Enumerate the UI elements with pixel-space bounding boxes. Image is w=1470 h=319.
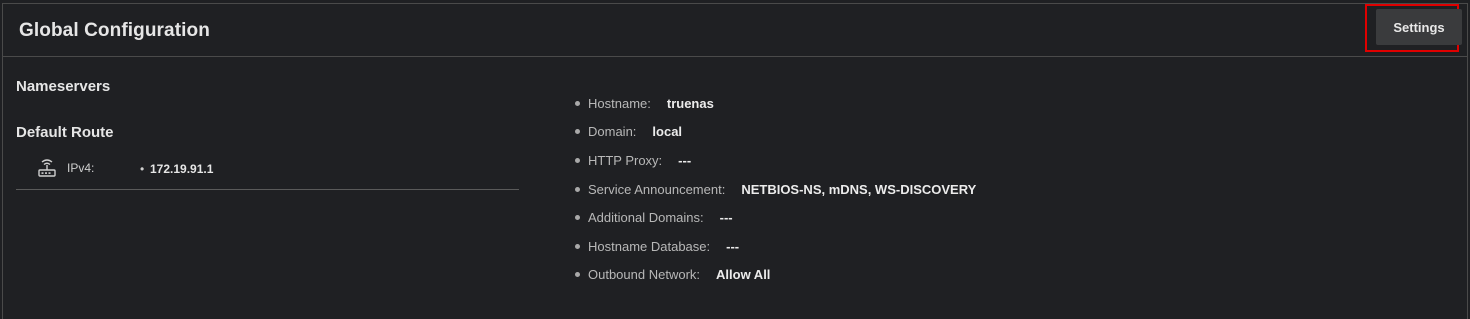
list-item-service-announcement: Service Announcement: NETBIOS-NS, mDNS, … bbox=[575, 175, 976, 204]
list-item-hostname-database: Hostname Database: --- bbox=[575, 232, 976, 261]
list-item-hostname: Hostname: truenas bbox=[575, 89, 976, 118]
info-value: --- bbox=[726, 238, 740, 254]
info-label: Domain: bbox=[588, 124, 637, 140]
info-value: --- bbox=[678, 152, 692, 168]
route-label: IPv4: bbox=[67, 161, 95, 175]
left-divider bbox=[16, 189, 519, 190]
bullet-icon bbox=[575, 272, 580, 278]
list-item-additional-domains: Additional Domains: --- bbox=[575, 203, 976, 232]
info-label: Service Announcement: bbox=[588, 181, 726, 197]
info-label: Additional Domains: bbox=[588, 210, 704, 226]
route-value-bullet: • bbox=[140, 162, 145, 176]
bullet-icon bbox=[575, 129, 580, 135]
info-label: Hostname: bbox=[588, 95, 651, 111]
bullet-icon bbox=[575, 243, 580, 249]
info-value: truenas bbox=[666, 95, 714, 111]
router-icon bbox=[36, 158, 58, 178]
info-label: HTTP Proxy: bbox=[588, 152, 663, 168]
info-value: local bbox=[652, 124, 683, 140]
info-value: Allow All bbox=[716, 267, 771, 283]
card-title: Global Configuration bbox=[19, 20, 210, 41]
card-header: Global Configuration bbox=[3, 4, 1467, 57]
list-item-outbound-network: Outbound Network: Allow All bbox=[575, 261, 976, 290]
settings-button[interactable]: Settings bbox=[1376, 9, 1462, 45]
bullet-icon bbox=[575, 186, 580, 192]
default-route-heading: Default Route bbox=[16, 124, 114, 141]
nameservers-heading: Nameservers bbox=[16, 78, 111, 95]
info-value: --- bbox=[719, 210, 733, 226]
list-item-http-proxy: HTTP Proxy: --- bbox=[575, 146, 976, 175]
global-config-info-list: Hostname: truenas Domain: local HTTP Pro… bbox=[575, 89, 976, 289]
info-value: NETBIOS-NS, mDNS, WS-DISCOVERY bbox=[741, 181, 977, 197]
bullet-icon bbox=[575, 215, 580, 221]
bullet-icon bbox=[575, 157, 580, 163]
default-route-ipv4-row: IPv4: • 172.19.91.1 bbox=[36, 158, 516, 178]
list-item-domain: Domain: local bbox=[575, 118, 976, 147]
info-label: Outbound Network: bbox=[588, 267, 701, 283]
info-label: Hostname Database: bbox=[588, 238, 711, 254]
route-value: 172.19.91.1 bbox=[150, 162, 214, 176]
bullet-icon bbox=[575, 100, 580, 106]
